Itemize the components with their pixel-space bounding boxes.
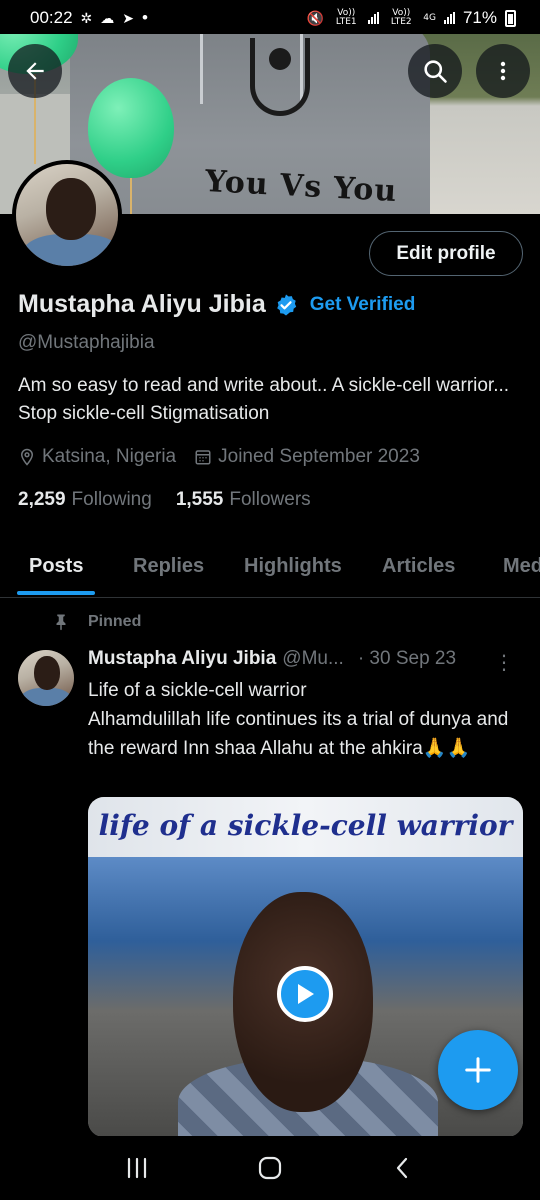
- balloon-icon: [88, 78, 174, 178]
- more-options-button[interactable]: [476, 44, 530, 98]
- settings-icon: ✲: [80, 9, 93, 26]
- profile-bio: Am so easy to read and write about.. A s…: [18, 375, 510, 424]
- verified-badge-icon[interactable]: [274, 293, 298, 317]
- location-pin-icon: [20, 448, 34, 466]
- following-label: Following: [71, 489, 152, 510]
- system-nav-bar: [0, 1136, 540, 1200]
- followers-label: Followers: [229, 489, 311, 510]
- sim1-label: Vo)) LTE1: [335, 8, 357, 27]
- followers-link[interactable]: 1,555 Followers: [176, 489, 311, 511]
- telegram-icon: ➤: [122, 9, 135, 26]
- status-time: 00:22: [30, 8, 73, 27]
- profile-name: Mustapha Aliyu Jibia: [18, 290, 266, 318]
- post-author-handle[interactable]: @Mu...: [282, 648, 344, 670]
- post-author-name[interactable]: Mustapha Aliyu Jibia: [88, 648, 276, 670]
- pin-icon: [56, 614, 66, 631]
- cloud-icon: ☁: [100, 9, 115, 26]
- tab-media[interactable]: Med: [503, 555, 540, 578]
- active-tab-indicator: [17, 591, 95, 595]
- avatar-face: [34, 656, 60, 690]
- battery-percent: 71%: [462, 8, 497, 27]
- status-bar-right: 🔇 Vo)) LTE1 Vo)) LTE2 4G 71%: [307, 8, 516, 28]
- home-icon[interactable]: [257, 1155, 283, 1181]
- get-verified-link[interactable]: Get Verified: [310, 294, 416, 316]
- profile-avatar[interactable]: [12, 160, 122, 270]
- search-button[interactable]: [408, 44, 462, 98]
- recent-apps-icon[interactable]: [124, 1156, 150, 1180]
- avatar-shirt: [20, 688, 72, 706]
- edit-profile-button[interactable]: Edit profile: [369, 231, 523, 276]
- signal-icon: [368, 12, 380, 24]
- profile-name-row: Mustapha Aliyu Jibia Get Verified: [18, 290, 415, 319]
- play-icon: [298, 984, 314, 1004]
- status-dot: •: [142, 8, 148, 27]
- video-title-text: life of a sickle-cell warrior: [98, 809, 513, 842]
- plus-icon: [465, 1057, 491, 1083]
- compose-post-button[interactable]: [438, 1030, 518, 1110]
- profile-meta: Katsina, Nigeria Joined September 2023: [18, 446, 420, 468]
- location: Katsina, Nigeria: [18, 446, 176, 468]
- tab-posts[interactable]: Posts: [29, 555, 83, 578]
- calendar-icon: [195, 450, 211, 465]
- pinned-label: Pinned: [88, 613, 142, 630]
- tab-replies[interactable]: Replies: [133, 555, 204, 578]
- back-nav-icon[interactable]: [390, 1155, 416, 1181]
- more-vertical-icon: [500, 61, 506, 81]
- back-arrow-icon: [26, 62, 44, 80]
- post-header: Mustapha Aliyu Jibia @Mu... · 30 Sep 23 …: [88, 648, 528, 674]
- search-icon: [424, 60, 447, 83]
- location-text: Katsina, Nigeria: [42, 446, 177, 467]
- post-date[interactable]: · 30 Sep 23: [358, 648, 456, 670]
- pinned-indicator: Pinned: [52, 612, 141, 632]
- post-author-avatar[interactable]: [18, 650, 74, 706]
- followers-count: 1,555: [175, 489, 224, 510]
- post-more-options[interactable]: ⋮: [494, 650, 514, 675]
- play-button[interactable]: [277, 966, 333, 1022]
- balloon-string: [130, 178, 132, 214]
- tab-articles[interactable]: Articles: [382, 555, 455, 578]
- profile-handle: @Mustaphajibia: [18, 332, 155, 353]
- avatar-face: [46, 178, 96, 240]
- drawstring: [200, 34, 203, 104]
- back-button[interactable]: [8, 44, 62, 98]
- network-type: 4G: [423, 12, 436, 23]
- mute-icon: 🔇: [306, 9, 325, 26]
- sim2-label: Vo)) LTE2: [390, 8, 412, 27]
- signal-icon: [443, 12, 455, 24]
- tab-highlights[interactable]: Highlights: [244, 555, 342, 578]
- battery-icon: [505, 9, 516, 27]
- joined-text: Joined September 2023: [218, 446, 420, 467]
- profile-tabs: Posts Replies Highlights Articles Med: [0, 540, 540, 598]
- following-count: 2,259: [18, 489, 66, 510]
- follow-stats: 2,259 Following 1,555 Followers: [18, 489, 311, 511]
- status-bar-left: 00:22 ✲ ☁ ➤ •: [30, 8, 148, 28]
- shirt-logo-icon: [250, 38, 310, 116]
- status-bar: 00:22 ✲ ☁ ➤ • 🔇 Vo)) LTE1 Vo)) LTE2 4G 7…: [0, 0, 540, 36]
- joined-date: Joined September 2023: [194, 446, 420, 468]
- following-link[interactable]: 2,259 Following: [18, 489, 152, 511]
- post-text: Life of a sickle-cell warrior Alhamdulil…: [88, 680, 509, 759]
